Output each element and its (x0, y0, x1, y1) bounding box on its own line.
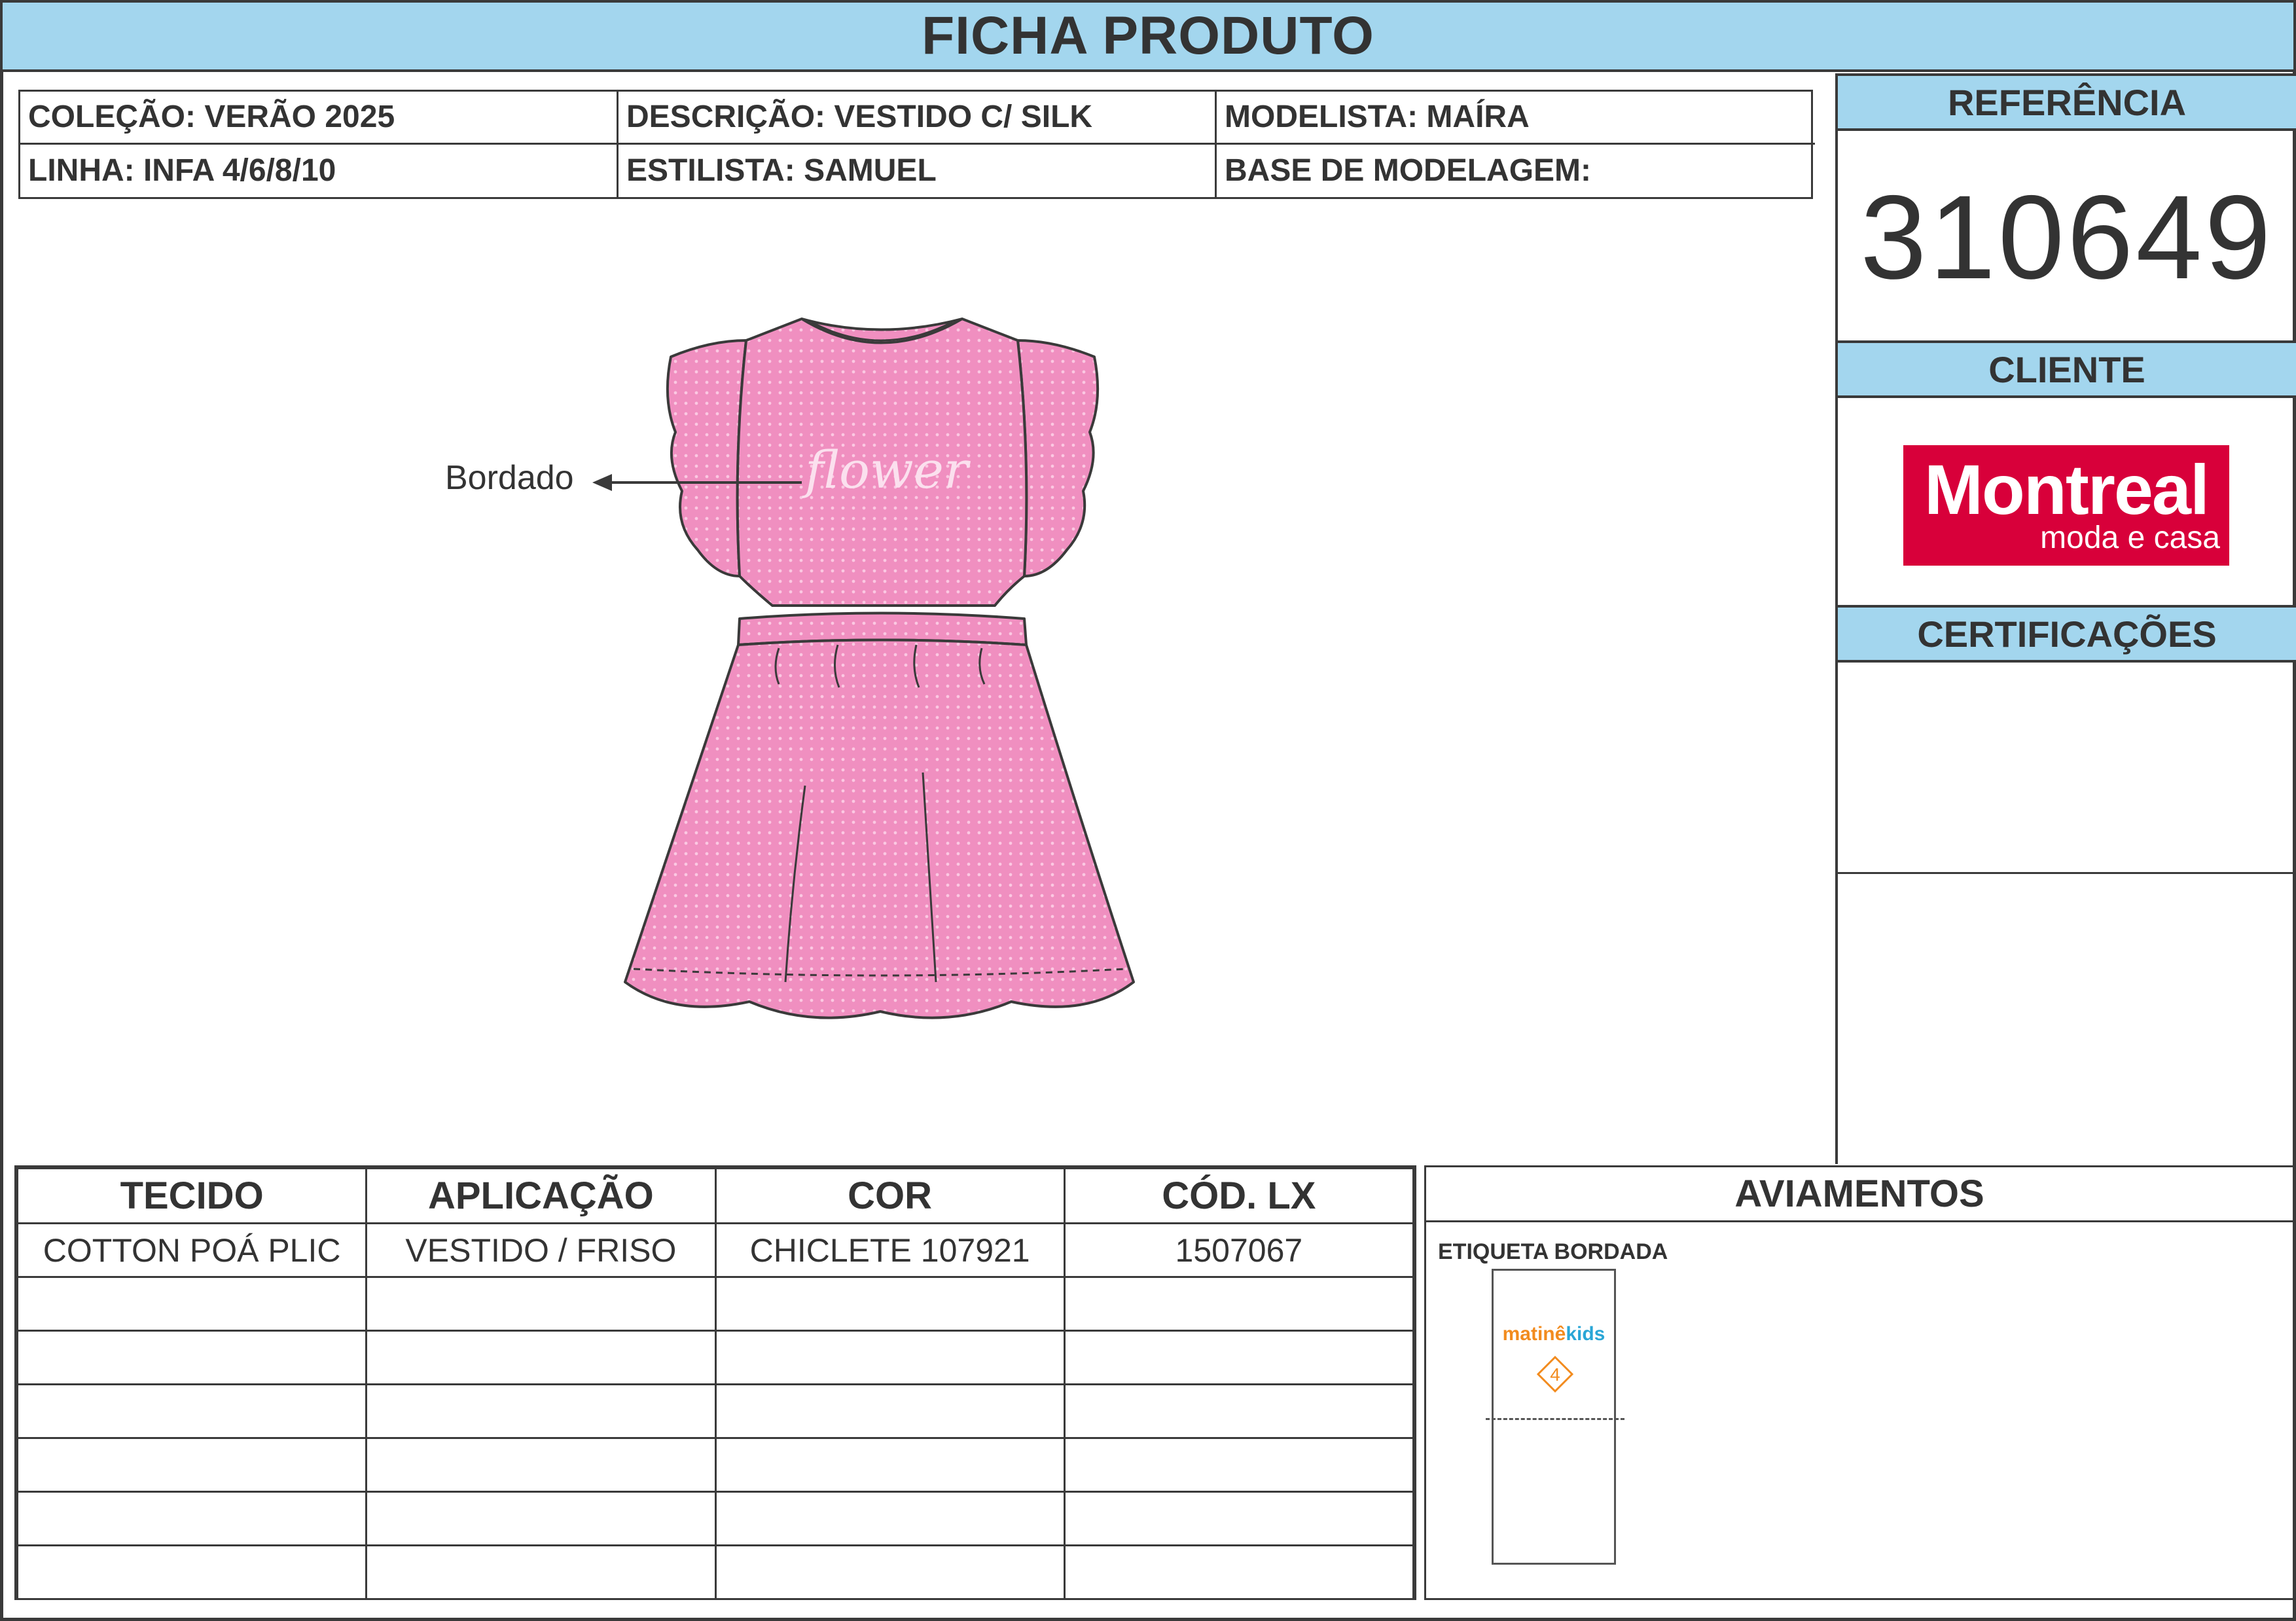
table-cell (365, 1330, 717, 1385)
table-row (16, 1276, 1415, 1332)
callout-arrow-head (592, 474, 612, 491)
table-row (16, 1330, 1415, 1385)
table-row (16, 1437, 1415, 1493)
table-cell (365, 1276, 717, 1332)
table-cell (1063, 1544, 1415, 1600)
table-cell (16, 1437, 368, 1493)
table-cell (16, 1330, 368, 1385)
aviamentos-header: AVIAMENTOS (1426, 1167, 2293, 1222)
table-cell (714, 1276, 1066, 1332)
right-sidebar: REFERÊNCIA 310649 CLIENTE Montreal moda … (1835, 73, 2296, 1164)
materials-table-body: COTTON POÁ PLIC VESTIDO / FRISO CHICLETE 1… (16, 1222, 1415, 1600)
right-ruffle (1016, 339, 1100, 577)
table-cell: 1507067 (1063, 1222, 1415, 1278)
table-cell (365, 1544, 717, 1600)
table-cell: VESTIDO / FRISO (365, 1222, 717, 1278)
table-cell (16, 1276, 368, 1332)
certificacoes-header: CERTIFICAÇÕES (1838, 605, 2296, 663)
table-cell (1063, 1437, 1415, 1493)
referencia-header: REFERÊNCIA (1838, 73, 2296, 131)
table-cell (1063, 1383, 1415, 1439)
certificacoes-divider (1838, 872, 2296, 874)
table-cell (714, 1544, 1066, 1600)
table-row (16, 1544, 1415, 1600)
cliente-header: CLIENTE (1838, 340, 2296, 398)
table-cell (714, 1330, 1066, 1385)
table-cell (714, 1437, 1066, 1493)
embroidered-label: matinêkids 4 (1486, 1269, 1624, 1565)
reference-number: 310649 (1860, 170, 2274, 304)
table-cell (16, 1544, 368, 1600)
svg-text:4: 4 (1550, 1364, 1560, 1385)
label-fold-line (1486, 1418, 1624, 1420)
table-row (16, 1383, 1415, 1439)
table-cell: CHICLETE 107921 (714, 1222, 1066, 1278)
table-row (16, 1491, 1415, 1546)
header-tecido: TECIDO (16, 1167, 368, 1224)
materials-table: TECIDO APLICAÇÃO COR CÓD. LX COTTON POÁ … (14, 1165, 1416, 1600)
table-cell (365, 1491, 717, 1546)
table-cell (1063, 1491, 1415, 1546)
client-logo-brand: Montreal (1924, 450, 2210, 529)
header-aplicacao: APLICAÇÃO (365, 1167, 717, 1224)
callout-label: Bordado (445, 459, 574, 497)
size-diamond-icon: 4 (1537, 1356, 1573, 1393)
table-cell (714, 1491, 1066, 1546)
table-cell: COTTON POÁ PLIC (16, 1222, 368, 1278)
dress-drawing: flower (592, 318, 1135, 1019)
left-ruffle (666, 339, 747, 577)
table-cell (714, 1383, 1066, 1439)
client-logo: Montreal moda e casa (1903, 445, 2229, 566)
table-cell (365, 1437, 717, 1493)
table-row: COTTON POÁ PLIC VESTIDO / FRISO CHICLETE 1… (16, 1222, 1415, 1278)
etiqueta-label: ETIQUETA BORDADA (1438, 1239, 1668, 1264)
header-cor: COR (714, 1167, 1066, 1224)
client-logo-tagline: moda e casa (2040, 520, 2220, 555)
print-text: flower (802, 441, 971, 500)
table-cell (16, 1383, 368, 1439)
header-cod-lx: CÓD. LX (1063, 1167, 1415, 1224)
label-brand: matinêkids (1502, 1323, 1605, 1345)
aviamentos-panel: AVIAMENTOS ETIQUETA BORDADA matinêkids 4 (1424, 1165, 2295, 1600)
table-cell (1063, 1330, 1415, 1385)
table-cell (16, 1491, 368, 1546)
table-cell (365, 1383, 717, 1439)
table-cell (1063, 1276, 1415, 1332)
skirt (624, 638, 1135, 1019)
